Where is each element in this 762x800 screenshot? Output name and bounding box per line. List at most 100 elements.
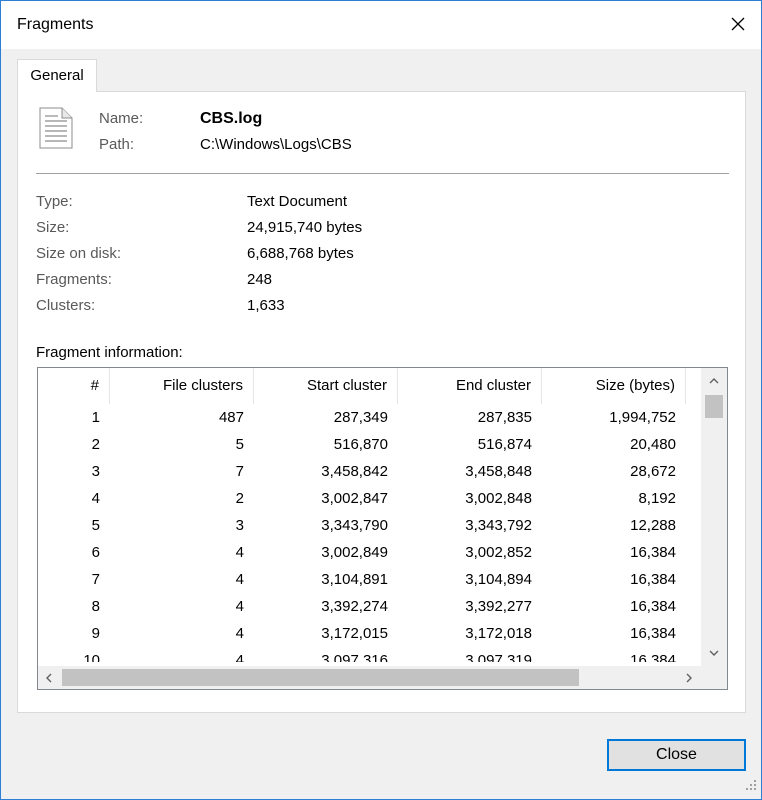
cell-end-cluster: 3,458,848	[465, 463, 532, 480]
cell-number: 2	[91, 436, 100, 453]
cell-file-clusters: 4	[235, 544, 244, 561]
horizontal-scrollbar[interactable]	[38, 666, 727, 689]
fragment-list[interactable]: # File clusters Start cluster End cluste…	[37, 367, 728, 690]
table-row[interactable]: 3 7 3,458,842 3,458,848 28,672	[38, 458, 701, 485]
cell-number: 8	[91, 598, 100, 615]
scroll-right-icon[interactable]	[678, 666, 700, 689]
type-label: Type:	[36, 193, 73, 210]
table-row[interactable]: 6 4 3,002,849 3,002,852 16,384	[38, 539, 701, 566]
cell-end-cluster: 3,172,018	[465, 625, 532, 642]
path-label: Path:	[99, 136, 135, 153]
cell-end-cluster: 516,874	[477, 436, 532, 453]
cell-start-cluster: 3,392,274	[321, 598, 388, 615]
cell-file-clusters: 5	[235, 436, 244, 453]
table-row[interactable]: 4 2 3,002,847 3,002,848 8,192	[38, 485, 701, 512]
list-header: # File clusters Start cluster End cluste…	[38, 368, 701, 404]
type-value: Text Document	[247, 193, 348, 210]
cell-size-bytes: 16,384	[630, 571, 676, 588]
table-row[interactable]: 8 4 3,392,274 3,392,277 16,384	[38, 593, 701, 620]
cell-file-clusters: 4	[235, 571, 244, 588]
cell-file-clusters: 4	[235, 625, 244, 642]
cell-number: 6	[91, 544, 100, 561]
resize-grip-icon[interactable]	[745, 778, 757, 795]
cell-size-bytes: 28,672	[630, 463, 676, 480]
cell-number: 10	[83, 652, 100, 662]
file-path: C:\Windows\Logs\CBS	[200, 136, 352, 153]
table-row[interactable]: 9 4 3,172,015 3,172,018 16,384	[38, 620, 701, 647]
cell-size-bytes: 16,384	[630, 598, 676, 615]
table-row[interactable]: 5 3 3,343,790 3,343,792 12,288	[38, 512, 701, 539]
cell-end-cluster: 3,392,277	[465, 598, 532, 615]
cell-file-clusters: 3	[235, 517, 244, 534]
cell-file-clusters: 2	[235, 490, 244, 507]
fragments-label: Fragments:	[36, 271, 112, 288]
cell-end-cluster: 3,343,792	[465, 517, 532, 534]
cell-size-bytes: 12,288	[630, 517, 676, 534]
cell-start-cluster: 516,870	[333, 436, 388, 453]
scrollbar-corner	[701, 666, 727, 689]
scroll-up-icon[interactable]	[701, 370, 727, 392]
size-on-disk-label: Size on disk:	[36, 245, 122, 262]
cell-start-cluster: 3,104,891	[321, 571, 388, 588]
table-row[interactable]: 2 5 516,870 516,874 20,480	[38, 431, 701, 458]
separator	[36, 173, 729, 174]
scroll-left-icon[interactable]	[38, 666, 60, 689]
cell-size-bytes: 20,480	[630, 436, 676, 453]
cell-number: 1	[91, 409, 100, 426]
cell-size-bytes: 16,384	[630, 544, 676, 561]
fragments-value: 248	[247, 271, 273, 288]
cell-end-cluster: 287,835	[477, 409, 532, 426]
cell-number: 4	[91, 490, 100, 507]
cell-start-cluster: 3,343,790	[321, 517, 388, 534]
size-label: Size:	[36, 219, 70, 236]
cell-start-cluster: 3,002,847	[321, 490, 388, 507]
cell-start-cluster: 3,172,015	[321, 625, 388, 642]
general-panel: Name: CBS.log Path: C:\Windows\Logs\CBS …	[17, 91, 746, 713]
cell-start-cluster: 3,458,842	[321, 463, 388, 480]
cell-file-clusters: 4	[235, 598, 244, 615]
cell-end-cluster: 3,002,848	[465, 490, 532, 507]
table-row[interactable]: 1 487 287,349 287,835 1,994,752	[38, 404, 701, 431]
column-header-size-bytes[interactable]: Size (bytes)	[542, 368, 686, 404]
cell-number: 9	[91, 625, 100, 642]
cell-start-cluster: 3,097,316	[321, 652, 388, 662]
text-document-icon	[39, 107, 73, 153]
close-button[interactable]: Close	[607, 739, 746, 771]
cell-number: 3	[91, 463, 100, 480]
column-header-start-cluster[interactable]: Start cluster	[254, 368, 398, 404]
cell-size-bytes: 8,192	[638, 490, 676, 507]
vertical-scroll-thumb[interactable]	[705, 395, 723, 418]
cell-start-cluster: 287,349	[333, 409, 388, 426]
title-bar: Fragments	[1, 1, 761, 49]
table-row[interactable]: 7 4 3,104,891 3,104,894 16,384	[38, 566, 701, 593]
size-value: 24,915,740 bytes	[247, 219, 363, 236]
clusters-value: 1,633	[247, 297, 285, 314]
cell-file-clusters: 487	[218, 409, 244, 426]
horizontal-scroll-thumb[interactable]	[62, 669, 579, 686]
scroll-down-icon[interactable]	[701, 642, 727, 664]
list-rows: 1 487 287,349 287,835 1,994,752 2 5 516,870 516,…	[38, 404, 701, 662]
clusters-label: Clusters:	[36, 297, 96, 314]
table-row[interactable]: 10 4 3,097,316 3,097,319 16,384	[38, 647, 701, 662]
cell-number: 5	[91, 517, 100, 534]
cell-size-bytes: 1,994,752	[609, 409, 676, 426]
window-title: Fragments	[17, 16, 94, 33]
cell-number: 7	[91, 571, 100, 588]
cell-file-clusters: 7	[235, 463, 244, 480]
fragments-dialog: Fragments General Name: CBS.log Path: C:…	[0, 0, 762, 800]
vertical-scrollbar[interactable]	[701, 368, 727, 666]
cell-end-cluster: 3,104,894	[465, 571, 532, 588]
cell-file-clusters: 4	[235, 652, 244, 662]
close-icon[interactable]	[721, 7, 755, 41]
file-name: CBS.log	[200, 110, 263, 127]
cell-end-cluster: 3,002,852	[465, 544, 532, 561]
column-header-file-clusters[interactable]: File clusters	[110, 368, 254, 404]
name-label: Name:	[99, 110, 144, 127]
cell-end-cluster: 3,097,319	[465, 652, 532, 662]
column-header-number[interactable]: #	[38, 368, 110, 404]
size-on-disk-value: 6,688,768 bytes	[247, 245, 354, 262]
fragment-information-label: Fragment information:	[36, 344, 183, 361]
column-header-end-cluster[interactable]: End cluster	[398, 368, 542, 404]
tab-general[interactable]: General	[17, 59, 97, 92]
cell-size-bytes: 16,384	[630, 625, 676, 642]
